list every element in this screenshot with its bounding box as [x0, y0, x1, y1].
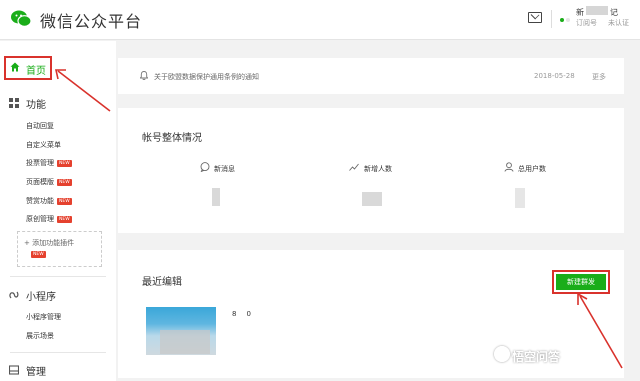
sidebar-item-reward[interactable]: 赞赏功能 NEW: [26, 196, 72, 206]
sidebar-item-label: 投票管理: [26, 159, 54, 167]
account-name-prefix[interactable]: 新: [576, 7, 584, 18]
draft-title[interactable]: 80: [232, 310, 251, 318]
sidebar-section-features: 功能: [26, 100, 46, 111]
home-icon: [10, 62, 20, 72]
sidebar-item-custom-menu[interactable]: 自定义菜单: [26, 140, 61, 150]
verification-status: 未认证: [608, 19, 629, 27]
sidebar-item-label: 原创管理: [26, 215, 54, 223]
stat-value-new-messages: [212, 188, 220, 206]
notice-text[interactable]: 关于欧盟数据保护通用条例的通知: [154, 72, 259, 82]
new-badge: NEW: [57, 215, 72, 223]
top-header: 微信公众平台 新 记 订阅号 未认证: [0, 0, 640, 40]
account-name-redacted: [586, 6, 608, 15]
header-divider: [551, 10, 552, 28]
new-broadcast-button[interactable]: 新建群发: [556, 274, 606, 290]
watermark: 悟空问答: [512, 350, 561, 364]
grid-icon: [9, 98, 19, 108]
sidebar-divider: [10, 352, 106, 353]
sidebar-item-label: 展示场景: [26, 332, 54, 340]
stat-label-new-messages: 新消息: [214, 165, 235, 173]
plus-icon: +: [24, 239, 33, 247]
draft-thumbnail-overlay: [160, 330, 210, 354]
sidebar-item-label: 自动回复: [26, 122, 54, 130]
watermark-logo-icon: [494, 346, 510, 362]
add-plugin-row: + 添加功能插件: [24, 238, 74, 248]
user-icon: [504, 162, 514, 172]
new-broadcast-button-highlight: 新建群发: [552, 270, 610, 294]
sidebar-item-auto-reply[interactable]: 自动回复: [26, 121, 54, 131]
stat-label-total-users: 总用户数: [518, 165, 546, 173]
manage-icon: [9, 365, 19, 375]
brand-title[interactable]: 微信公众平台: [40, 8, 142, 32]
sidebar-item-display-scene[interactable]: 展示场景: [26, 331, 54, 341]
bell-icon: [140, 71, 148, 80]
sidebar-divider: [10, 276, 106, 277]
new-badge: NEW: [57, 159, 72, 167]
sidebar-item-miniprogram-manage[interactable]: 小程序管理: [26, 312, 61, 322]
miniprogram-icon: [9, 291, 19, 299]
sidebar-item-label: 赞赏功能: [26, 197, 54, 205]
notice-card: 关于欧盟数据保护通用条例的通知 2018-05-28 更多: [118, 58, 624, 94]
sidebar-item-page-template[interactable]: 页面模版 NEW: [26, 177, 72, 187]
overview-title: 帐号整体情况: [142, 133, 202, 144]
new-badge: NEW: [31, 251, 46, 258]
sidebar-item-label: 页面模版: [26, 178, 54, 186]
sidebar: [0, 41, 116, 381]
trend-up-icon: [349, 163, 359, 171]
sidebar-section-miniprogram: 小程序: [26, 292, 56, 303]
notice-date: 2018-05-28: [534, 72, 575, 80]
draft-title-end: 0: [246, 310, 251, 318]
sidebar-item-vote[interactable]: 投票管理 NEW: [26, 158, 72, 168]
stat-value-total-users: [515, 188, 525, 208]
recent-edits-title: 最近编辑: [142, 277, 182, 288]
sidebar-item-label: 自定义菜单: [26, 141, 61, 149]
avatar-dot: [566, 18, 570, 22]
wechat-logo-icon[interactable]: [10, 8, 32, 30]
sidebar-item-home-label[interactable]: 首页: [26, 62, 46, 77]
draft-title-start: 8: [232, 310, 237, 318]
stat-label-new-followers: 新增人数: [364, 165, 392, 173]
account-type: 订阅号: [576, 19, 597, 27]
sidebar-section-manage: 管理: [26, 367, 46, 378]
add-plugin-label: 添加功能插件: [32, 239, 75, 247]
stat-value-new-followers: [362, 192, 382, 206]
chat-bubble-icon: [200, 162, 210, 172]
account-overview-card: 帐号整体情况 新消息 新增人数 总用户数: [118, 108, 624, 233]
notice-more-link[interactable]: 更多: [592, 72, 606, 82]
sidebar-item-label: 小程序管理: [26, 313, 61, 321]
add-plugin-button[interactable]: + 添加功能插件 NEW: [17, 231, 102, 267]
mail-icon[interactable]: [528, 12, 542, 23]
new-badge: NEW: [57, 197, 72, 205]
avatar[interactable]: [560, 18, 564, 22]
sidebar-item-original[interactable]: 原创管理 NEW: [26, 214, 72, 224]
new-badge: NEW: [57, 178, 72, 186]
account-name-suffix[interactable]: 记: [610, 7, 618, 18]
